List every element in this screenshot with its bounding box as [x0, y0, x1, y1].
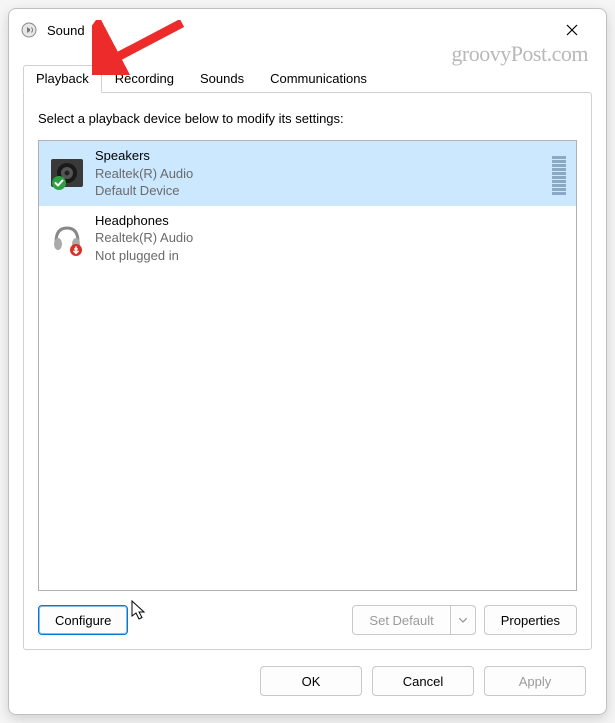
titlebar: Sound: [9, 9, 606, 51]
cancel-button[interactable]: Cancel: [372, 666, 474, 696]
close-button[interactable]: [550, 15, 594, 45]
chevron-down-icon: [459, 618, 467, 623]
tab-strip: Playback Recording Sounds Communications: [9, 65, 606, 92]
device-driver: Realtek(R) Audio: [95, 229, 566, 247]
tab-recording[interactable]: Recording: [102, 65, 187, 92]
dialog-button-row: OK Cancel Apply: [9, 660, 606, 714]
device-status: Default Device: [95, 182, 542, 200]
set-default-dropdown[interactable]: [450, 605, 476, 635]
tab-playback[interactable]: Playback: [23, 65, 102, 93]
set-default-split-button: Set Default: [352, 605, 475, 635]
configure-button[interactable]: Configure: [38, 605, 128, 635]
playback-panel: Select a playback device below to modify…: [23, 92, 592, 650]
panel-button-row: Configure Set Default Properties: [38, 605, 577, 635]
device-info: Speakers Realtek(R) Audio Default Device: [95, 147, 542, 200]
device-row-speakers[interactable]: Speakers Realtek(R) Audio Default Device: [39, 141, 576, 206]
properties-button[interactable]: Properties: [484, 605, 577, 635]
apply-button[interactable]: Apply: [484, 666, 586, 696]
sound-app-icon: [21, 22, 37, 38]
set-default-button[interactable]: Set Default: [352, 605, 449, 635]
sound-dialog: Sound groovyPost.com Playback Recording …: [8, 8, 607, 715]
device-row-headphones[interactable]: Headphones Realtek(R) Audio Not plugged …: [39, 206, 576, 271]
headphones-icon: [49, 220, 85, 256]
tab-sounds[interactable]: Sounds: [187, 65, 257, 92]
device-name: Headphones: [95, 212, 566, 230]
device-list[interactable]: Speakers Realtek(R) Audio Default Device: [38, 140, 577, 591]
close-icon: [566, 24, 578, 36]
device-info: Headphones Realtek(R) Audio Not plugged …: [95, 212, 566, 265]
device-driver: Realtek(R) Audio: [95, 165, 542, 183]
device-name: Speakers: [95, 147, 542, 165]
tab-communications[interactable]: Communications: [257, 65, 380, 92]
device-status: Not plugged in: [95, 247, 566, 265]
instruction-text: Select a playback device below to modify…: [38, 111, 577, 126]
window-title: Sound: [47, 23, 550, 38]
vu-meter-icon: [552, 151, 566, 195]
ok-button[interactable]: OK: [260, 666, 362, 696]
speaker-icon: [49, 155, 85, 191]
